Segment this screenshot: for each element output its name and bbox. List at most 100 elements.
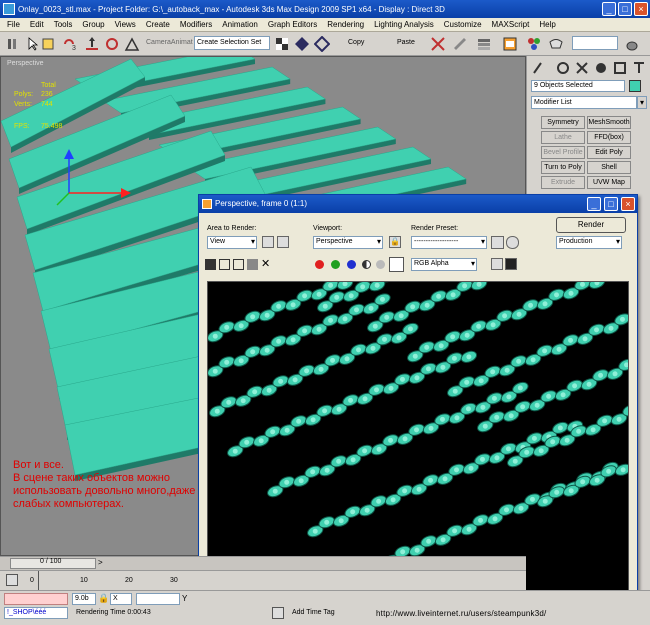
render-button[interactable]: Render	[556, 217, 626, 233]
named-selection-set[interactable]: Create Selection Set	[194, 36, 270, 50]
production-dropdown[interactable]: Production	[556, 236, 622, 249]
render-maximize-button[interactable]: □	[604, 197, 618, 211]
command-panel-tabs[interactable]	[531, 60, 647, 76]
select-by-name-icon[interactable]	[40, 36, 56, 52]
render-close-button[interactable]: ×	[621, 197, 635, 211]
save-image-icon[interactable]	[205, 259, 216, 270]
clone-frame-icon[interactable]	[233, 259, 244, 270]
modifier-turn-to-poly-button[interactable]: Turn to Poly	[541, 161, 585, 174]
modifier-symmetry-button[interactable]: Symmetry	[541, 116, 585, 129]
clear-icon[interactable]: ✕	[261, 257, 270, 270]
modifier-list-dropdown[interactable]: Modifier List	[531, 96, 637, 109]
x-coordinate-field[interactable]	[136, 593, 180, 605]
selection-name-field[interactable]: 9 Objects Selected	[531, 80, 625, 92]
menu-lighting-analysis[interactable]: Lighting Analysis	[369, 20, 439, 29]
modifier-uvw-map-button[interactable]: UVW Map	[587, 176, 631, 189]
monochrome-icon[interactable]	[376, 260, 385, 269]
maximize-button[interactable]: □	[618, 2, 632, 16]
curve-editor-icon[interactable]	[430, 36, 446, 52]
viewport-label[interactable]: Perspective	[7, 60, 44, 67]
modifier-lathe-button[interactable]: Lathe	[541, 131, 585, 144]
close-button[interactable]: ×	[634, 2, 648, 16]
reference-coord-label[interactable]: CameraAnimat	[146, 39, 193, 46]
teapot-icon[interactable]	[624, 36, 640, 52]
time-tag-icon[interactable]	[272, 607, 284, 619]
modifier-list-arrow-icon[interactable]: ▾	[637, 96, 647, 109]
lock-icon[interactable]: 🔒	[389, 236, 401, 248]
script-mini-listener[interactable]: !_SHOP\ééé	[4, 607, 68, 619]
display-channel-dropdown[interactable]: RGB Alpha	[411, 258, 477, 271]
alpha-channel-icon[interactable]	[362, 260, 371, 269]
layer-icon[interactable]	[314, 36, 330, 52]
modifier-bevel-profile-button[interactable]: Bevel Profile	[541, 146, 585, 159]
utilities-tab-icon	[634, 62, 644, 73]
move-icon[interactable]	[84, 36, 100, 52]
area-to-render-dropdown[interactable]: View	[207, 236, 257, 249]
render-frame-icon[interactable]	[526, 36, 542, 52]
print-image-icon[interactable]	[247, 259, 258, 270]
paste-label[interactable]: Paste	[397, 39, 415, 46]
menu-maxscript[interactable]: MAXScript	[487, 20, 535, 29]
menu-edit[interactable]: Edit	[25, 20, 49, 29]
minimize-button[interactable]: _	[602, 2, 616, 16]
menu-help[interactable]: Help	[534, 20, 560, 29]
modifier-ffd-box-button[interactable]: FFD(box)	[587, 131, 631, 144]
menu-views[interactable]: Views	[110, 20, 141, 29]
menu-group[interactable]: Group	[77, 20, 109, 29]
menu-create[interactable]: Create	[141, 20, 175, 29]
red-channel-icon[interactable]	[315, 260, 324, 269]
absolute-mode-icon[interactable]: X	[110, 593, 132, 605]
rotate-icon[interactable]	[104, 36, 120, 52]
modifier-extrude-button[interactable]: Extrude	[541, 176, 585, 189]
add-time-tag[interactable]: Add Time Tag	[292, 609, 335, 616]
modifier-meshsmooth-button[interactable]: MeshSmooth	[587, 116, 631, 129]
stats-verts-value: 744	[41, 101, 53, 108]
track-bar[interactable]: 0 10 20 30	[0, 570, 526, 591]
undo-icon[interactable]	[6, 36, 22, 52]
render-type-dropdown[interactable]	[572, 36, 618, 50]
environment-icon[interactable]	[506, 236, 519, 249]
menu-file[interactable]: File	[2, 20, 25, 29]
lock-selection-icon[interactable]: 🔒	[98, 593, 109, 604]
copy-label[interactable]: Copy	[348, 39, 364, 46]
material-editor-icon[interactable]	[476, 36, 492, 52]
render-preset-dropdown[interactable]: -------------------	[411, 236, 487, 249]
object-color-swatch[interactable]	[629, 80, 641, 92]
menu-customize[interactable]: Customize	[439, 20, 487, 29]
color-swatch[interactable]	[389, 257, 404, 272]
scale-icon[interactable]	[124, 36, 140, 52]
tick-20: 20	[125, 577, 133, 584]
blue-channel-icon[interactable]	[347, 260, 356, 269]
key-filter-icon[interactable]	[6, 574, 18, 586]
toggle-ui-icon[interactable]	[505, 258, 517, 270]
menu-rendering[interactable]: Rendering	[322, 20, 369, 29]
next-frame-icon[interactable]: >	[98, 558, 103, 567]
green-channel-icon[interactable]	[331, 260, 340, 269]
frame-counter[interactable]: 0 / 100	[40, 558, 61, 565]
modifier-shell-button[interactable]: Shell	[587, 161, 631, 174]
russian-note: Вот и все. В сцене таких объектов можно …	[13, 459, 211, 510]
mirror-icon[interactable]	[274, 36, 290, 52]
toggle-ui-overlay-icon[interactable]	[491, 258, 503, 270]
menu-animation[interactable]: Animation	[217, 20, 263, 29]
edit-region-icon[interactable]	[262, 236, 274, 248]
render-setup-small-icon[interactable]	[491, 236, 504, 249]
select-link-icon[interactable]: 3	[62, 36, 78, 52]
menu-graph-editors[interactable]: Graph Editors	[263, 20, 322, 29]
stats-polys-value: 236	[41, 91, 53, 98]
copy-image-icon[interactable]	[219, 259, 230, 270]
tick-10: 10	[80, 577, 88, 584]
menu-tools[interactable]: Tools	[49, 20, 78, 29]
modifier-edit-poly-button[interactable]: Edit Poly	[587, 146, 631, 159]
render-setup-icon[interactable]	[502, 36, 518, 52]
schematic-view-icon[interactable]	[452, 36, 468, 52]
maxscript-listener[interactable]	[4, 593, 68, 605]
auto-region-icon[interactable]	[277, 236, 289, 248]
menu-modifiers[interactable]: Modifiers	[175, 20, 217, 29]
viewport-dropdown[interactable]: Perspective	[313, 236, 383, 249]
motion-tab-icon	[596, 63, 606, 73]
render-minimize-button[interactable]: _	[587, 197, 601, 211]
quick-render-icon[interactable]	[548, 36, 564, 52]
align-icon[interactable]	[294, 36, 310, 52]
time-slider[interactable]: 0 / 100 >	[0, 556, 526, 570]
